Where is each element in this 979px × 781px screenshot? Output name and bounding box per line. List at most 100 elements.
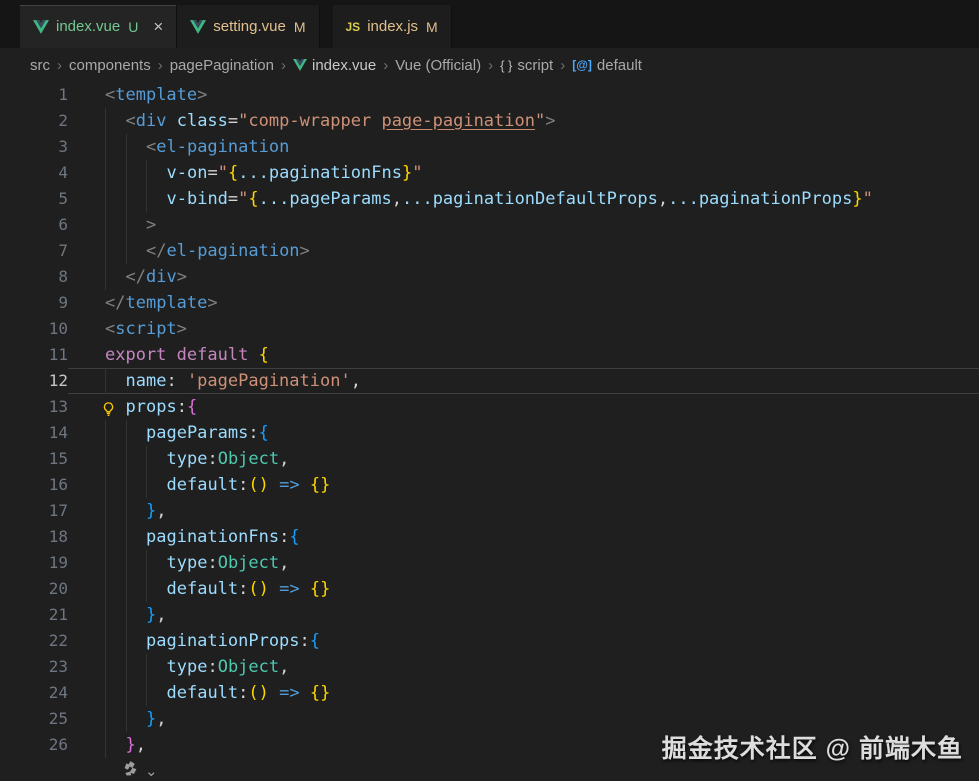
braces-icon: { }: [500, 58, 512, 73]
tab-setting.vue[interactable]: setting.vueM: [177, 5, 319, 48]
line-number: 2: [0, 108, 68, 134]
code-line[interactable]: 14pageParams:{: [0, 420, 979, 446]
line-content: v-bind="{...pageParams,...paginationDefa…: [68, 186, 979, 212]
code-line[interactable]: 13 props:{: [0, 394, 979, 420]
ai-assistant-icon[interactable]: [122, 760, 139, 781]
line-content: default:() => {}: [68, 472, 979, 498]
code-line[interactable]: 6>: [0, 212, 979, 238]
code-line[interactable]: 16default:() => {}: [0, 472, 979, 498]
tab-index.vue[interactable]: index.vueU×: [20, 5, 177, 48]
line-number: 7: [0, 238, 68, 264]
code-line[interactable]: 22paginationProps:{: [0, 628, 979, 654]
indent-guide: [126, 186, 127, 212]
breadcrumb-item-index-vue[interactable]: index.vue: [293, 57, 376, 74]
code-line[interactable]: 23type:Object,: [0, 654, 979, 680]
code-editor[interactable]: 1<template>2<div class="comp-wrapper pag…: [0, 82, 979, 781]
line-number: 8: [0, 264, 68, 290]
line-number: 1: [0, 82, 68, 108]
tab-label: index.js: [367, 18, 418, 35]
code-text: v-bind="{...pageParams,...paginationDefa…: [167, 189, 873, 209]
line-content: <script>: [68, 316, 979, 342]
code-line[interactable]: 11export default {: [0, 342, 979, 368]
code-text: </div>: [126, 267, 187, 287]
git-status-badge: M: [426, 19, 438, 35]
chevron-right-icon: ›: [57, 57, 62, 74]
chevron-right-icon: ›: [281, 57, 286, 74]
breadcrumb-item-script[interactable]: { }script: [500, 57, 553, 74]
code-text: type:Object,: [167, 553, 290, 573]
indent-guide: [126, 160, 127, 186]
code-line[interactable]: 4v-on="{...paginationFns}": [0, 160, 979, 186]
line-content: <div class="comp-wrapper page-pagination…: [68, 108, 979, 134]
code-line[interactable]: 17},: [0, 498, 979, 524]
line-number: 17: [0, 498, 68, 524]
code-line[interactable]: 3<el-pagination: [0, 134, 979, 160]
line-content: props:{: [68, 394, 979, 420]
breadcrumb-label: Vue (Official): [395, 57, 481, 74]
code-lines: 1<template>2<div class="comp-wrapper pag…: [0, 82, 979, 758]
code-line[interactable]: 12name: 'pagePagination',: [0, 368, 979, 394]
line-content: type:Object,: [68, 446, 979, 472]
breadcrumb-item-vue--official-[interactable]: Vue (Official): [395, 57, 481, 74]
code-text: },: [146, 605, 167, 625]
vue-logo-icon: [190, 20, 206, 34]
code-line[interactable]: 18paginationFns:{: [0, 524, 979, 550]
indent-guide: [146, 576, 147, 602]
code-line[interactable]: 5 v-bind="{...pageParams,...paginationDef…: [0, 186, 979, 212]
code-text: props:{: [126, 397, 198, 417]
code-text: },: [146, 501, 167, 521]
code-text: name: 'pagePagination',: [126, 371, 361, 391]
code-text: default:() => {}: [167, 579, 331, 599]
indent-guide: [105, 524, 106, 550]
code-text: v-on="{...paginationFns}": [167, 163, 423, 183]
code-line[interactable]: 24default:() => {}: [0, 680, 979, 706]
line-number: 21: [0, 602, 68, 628]
code-line[interactable]: 20default:() => {}: [0, 576, 979, 602]
indent-guide: [146, 160, 147, 186]
chevron-down-icon[interactable]: ⌄: [145, 764, 158, 779]
indent-guide: [105, 472, 106, 498]
line-number: 6: [0, 212, 68, 238]
code-line[interactable]: 9</template>: [0, 290, 979, 316]
breadcrumb-item-src[interactable]: src: [30, 57, 50, 74]
indent-guide: [146, 680, 147, 706]
close-icon[interactable]: ×: [153, 18, 163, 35]
indent-guide: [126, 238, 127, 264]
line-content: export default {: [68, 342, 979, 368]
indent-guide: [146, 654, 147, 680]
code-line[interactable]: 7</el-pagination>: [0, 238, 979, 264]
indent-guide: [126, 446, 127, 472]
code-line[interactable]: 10<script>: [0, 316, 979, 342]
indent-guide: [105, 706, 106, 732]
code-line[interactable]: 19type:Object,: [0, 550, 979, 576]
line-number: 9: [0, 290, 68, 316]
breadcrumb-item-default[interactable]: [@]default: [572, 57, 642, 74]
code-text: paginationProps:{: [146, 631, 320, 651]
indent-guide: [105, 160, 106, 186]
breadcrumb-item-pagepagination[interactable]: pagePagination: [170, 57, 274, 74]
indent-guide: [126, 212, 127, 238]
line-content: <template>: [68, 82, 979, 108]
line-number: 10: [0, 316, 68, 342]
indent-guide: [105, 212, 106, 238]
code-line[interactable]: 2<div class="comp-wrapper page-paginatio…: [0, 108, 979, 134]
indent-guide: [126, 472, 127, 498]
indent-guide: [105, 732, 106, 758]
breadcrumb-item-components[interactable]: components: [69, 57, 151, 74]
indent-guide: [146, 186, 147, 212]
line-number: 13: [0, 394, 68, 420]
line-number: 26: [0, 732, 68, 758]
line-number: 5: [0, 186, 68, 212]
code-line[interactable]: 8 </div>: [0, 264, 979, 290]
indent-guide: [105, 186, 106, 212]
line-number: 25: [0, 706, 68, 732]
code-line[interactable]: 21},: [0, 602, 979, 628]
code-line[interactable]: 1<template>: [0, 82, 979, 108]
indent-guide: [105, 498, 106, 524]
tab-index.js[interactable]: JSindex.jsM: [333, 5, 452, 48]
indent-guide: [126, 654, 127, 680]
line-content: default:() => {}: [68, 680, 979, 706]
code-text: },: [146, 709, 167, 729]
code-line[interactable]: 15type:Object,: [0, 446, 979, 472]
breadcrumb-label: src: [30, 57, 50, 74]
